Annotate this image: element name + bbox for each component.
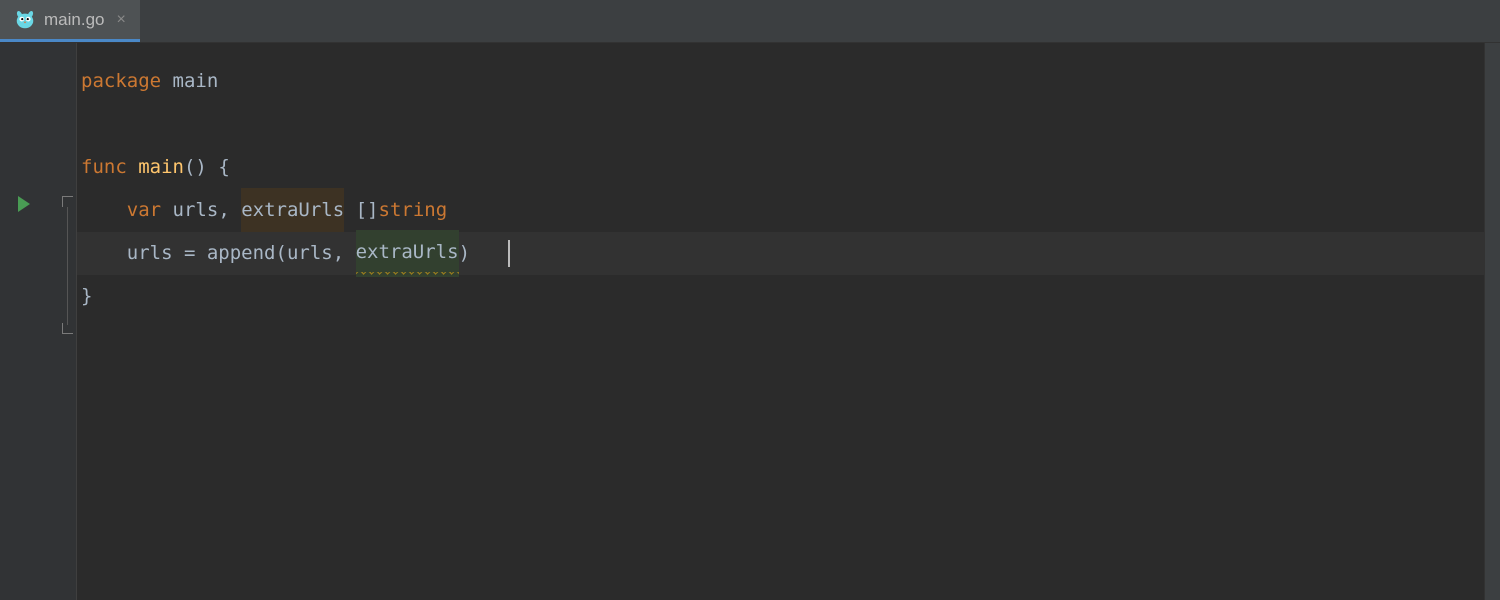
close-tab-icon[interactable]: ×: [112, 11, 125, 29]
code-line-2[interactable]: [77, 103, 1500, 146]
vertical-scrollbar[interactable]: [1484, 43, 1500, 600]
fold-guide: [67, 207, 68, 325]
highlighted-identifier: extraUrls: [241, 188, 344, 233]
fold-open-icon[interactable]: [62, 196, 73, 207]
gutter[interactable]: [0, 43, 77, 600]
editor-body: package main func main() { var urls, ext…: [0, 43, 1500, 600]
run-gutter-icon[interactable]: [18, 196, 30, 212]
caret: [508, 240, 510, 267]
code-line-6[interactable]: }: [77, 275, 1500, 318]
code-line-4[interactable]: var urls, extraUrls []string: [77, 189, 1500, 232]
go-file-icon: [14, 9, 36, 31]
code-line-1[interactable]: package main: [77, 60, 1500, 103]
code-line-5[interactable]: urls = append(urls, extraUrls): [77, 232, 1500, 275]
code-area[interactable]: package main func main() { var urls, ext…: [77, 43, 1500, 600]
warning-identifier: extraUrls: [356, 230, 459, 277]
file-tab[interactable]: main.go ×: [0, 0, 140, 42]
fold-close-icon[interactable]: [62, 323, 73, 334]
tab-bar: main.go ×: [0, 0, 1500, 43]
tab-filename: main.go: [44, 10, 104, 30]
code-line-3[interactable]: func main() {: [77, 146, 1500, 189]
